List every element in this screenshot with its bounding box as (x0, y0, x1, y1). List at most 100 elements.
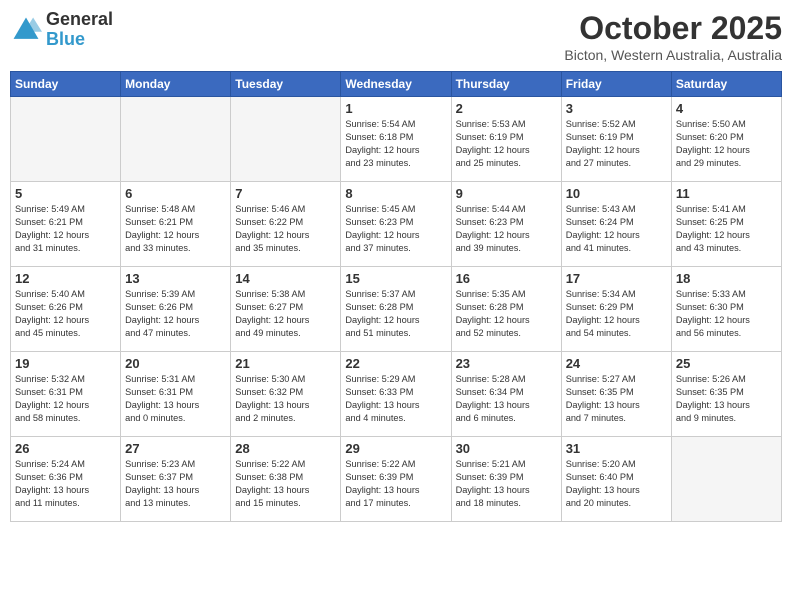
day-number: 26 (15, 441, 116, 456)
column-header-tuesday: Tuesday (231, 72, 341, 97)
day-info: Sunrise: 5:44 AM Sunset: 6:23 PM Dayligh… (456, 203, 557, 255)
calendar-cell: 24 Sunrise: 5:27 AM Sunset: 6:35 PM Dayli… (561, 352, 671, 437)
day-number: 8 (345, 186, 446, 201)
day-number: 14 (235, 271, 336, 286)
day-info: Sunrise: 5:35 AM Sunset: 6:28 PM Dayligh… (456, 288, 557, 340)
calendar-cell: 31 Sunrise: 5:20 AM Sunset: 6:40 PM Dayli… (561, 437, 671, 522)
calendar-cell: 26 Sunrise: 5:24 AM Sunset: 6:36 PM Dayli… (11, 437, 121, 522)
calendar-cell: 25 Sunrise: 5:26 AM Sunset: 6:35 PM Dayli… (671, 352, 781, 437)
day-info: Sunrise: 5:43 AM Sunset: 6:24 PM Dayligh… (566, 203, 667, 255)
calendar-cell: 21Sunrise: 5:30 AM Sunset: 6:32 PM Dayli… (231, 352, 341, 437)
calendar-table: SundayMondayTuesdayWednesdayThursdayFrid… (10, 71, 782, 522)
day-info: Sunrise: 5:26 AM Sunset: 6:35 PM Dayligh… (676, 373, 777, 425)
column-header-saturday: Saturday (671, 72, 781, 97)
day-info: Sunrise: 5:23 AM Sunset: 6:37 PM Dayligh… (125, 458, 226, 510)
day-info: Sunrise: 5:28 AM Sunset: 6:34 PM Dayligh… (456, 373, 557, 425)
day-info: Sunrise: 5:38 AM Sunset: 6:27 PM Dayligh… (235, 288, 336, 340)
day-info: Sunrise: 5:40 AM Sunset: 6:26 PM Dayligh… (15, 288, 116, 340)
calendar-week-row: 12 Sunrise: 5:40 AM Sunset: 6:26 PM Dayli… (11, 267, 782, 352)
logo-blue-text: Blue (46, 29, 85, 49)
day-number: 27 (125, 441, 226, 456)
day-info: Sunrise: 5:37 AM Sunset: 6:28 PM Dayligh… (345, 288, 446, 340)
day-info: Sunrise: 5:20 AM Sunset: 6:40 PM Dayligh… (566, 458, 667, 510)
day-number: 19 (15, 356, 116, 371)
logo-general-text: General (46, 9, 113, 29)
calendar-cell: 17 Sunrise: 5:34 AM Sunset: 6:29 PM Dayli… (561, 267, 671, 352)
calendar-cell: 8 Sunrise: 5:45 AM Sunset: 6:23 PM Daylig… (341, 182, 451, 267)
day-info: Sunrise: 5:22 AM Sunset: 6:38 PM Dayligh… (235, 458, 336, 510)
day-number: 30 (456, 441, 557, 456)
day-info: Sunrise: 5:24 AM Sunset: 6:36 PM Dayligh… (15, 458, 116, 510)
calendar-header-row: SundayMondayTuesdayWednesdayThursdayFrid… (11, 72, 782, 97)
month-title: October 2025 (564, 10, 782, 47)
day-number: 28 (235, 441, 336, 456)
calendar-week-row: 19 Sunrise: 5:32 AM Sunset: 6:31 PM Dayli… (11, 352, 782, 437)
calendar-cell: 14 Sunrise: 5:38 AM Sunset: 6:27 PM Dayli… (231, 267, 341, 352)
calendar-cell: 5 Sunrise: 5:49 AM Sunset: 6:21 PM Daylig… (11, 182, 121, 267)
day-number: 11 (676, 186, 777, 201)
page-header: General Blue October 2025 Bicton, Wester… (10, 10, 782, 63)
day-info: Sunrise: 5:48 AM Sunset: 6:21 PM Dayligh… (125, 203, 226, 255)
day-info: Sunrise: 5:31 AM Sunset: 6:31 PM Dayligh… (125, 373, 226, 425)
calendar-cell: 4Sunrise: 5:50 AM Sunset: 6:20 PM Daylig… (671, 97, 781, 182)
day-number: 3 (566, 101, 667, 116)
day-number: 17 (566, 271, 667, 286)
calendar-cell: 22 Sunrise: 5:29 AM Sunset: 6:33 PM Dayli… (341, 352, 451, 437)
column-header-friday: Friday (561, 72, 671, 97)
day-info: Sunrise: 5:27 AM Sunset: 6:35 PM Dayligh… (566, 373, 667, 425)
day-number: 22 (345, 356, 446, 371)
calendar-cell: 1Sunrise: 5:54 AM Sunset: 6:18 PM Daylig… (341, 97, 451, 182)
day-info: Sunrise: 5:53 AM Sunset: 6:19 PM Dayligh… (456, 118, 557, 170)
day-number: 1 (345, 101, 446, 116)
calendar-week-row: 26 Sunrise: 5:24 AM Sunset: 6:36 PM Dayli… (11, 437, 782, 522)
day-info: Sunrise: 5:29 AM Sunset: 6:33 PM Dayligh… (345, 373, 446, 425)
day-info: Sunrise: 5:49 AM Sunset: 6:21 PM Dayligh… (15, 203, 116, 255)
day-info: Sunrise: 5:34 AM Sunset: 6:29 PM Dayligh… (566, 288, 667, 340)
day-info: Sunrise: 5:33 AM Sunset: 6:30 PM Dayligh… (676, 288, 777, 340)
calendar-cell: 6Sunrise: 5:48 AM Sunset: 6:21 PM Daylig… (121, 182, 231, 267)
calendar-cell: 13Sunrise: 5:39 AM Sunset: 6:26 PM Dayli… (121, 267, 231, 352)
calendar-cell: 18 Sunrise: 5:33 AM Sunset: 6:30 PM Dayli… (671, 267, 781, 352)
day-info: Sunrise: 5:46 AM Sunset: 6:22 PM Dayligh… (235, 203, 336, 255)
calendar-cell: 23 Sunrise: 5:28 AM Sunset: 6:34 PM Dayli… (451, 352, 561, 437)
day-info: Sunrise: 5:45 AM Sunset: 6:23 PM Dayligh… (345, 203, 446, 255)
column-header-wednesday: Wednesday (341, 72, 451, 97)
day-number: 7 (235, 186, 336, 201)
day-number: 13 (125, 271, 226, 286)
day-info: Sunrise: 5:30 AM Sunset: 6:32 PM Dayligh… (235, 373, 336, 425)
day-number: 24 (566, 356, 667, 371)
day-number: 4 (676, 101, 777, 116)
day-number: 23 (456, 356, 557, 371)
calendar-cell: 20 Sunrise: 5:31 AM Sunset: 6:31 PM Dayli… (121, 352, 231, 437)
calendar-cell (11, 97, 121, 182)
day-info: Sunrise: 5:21 AM Sunset: 6:39 PM Dayligh… (456, 458, 557, 510)
day-number: 18 (676, 271, 777, 286)
calendar-cell: 16 Sunrise: 5:35 AM Sunset: 6:28 PM Dayli… (451, 267, 561, 352)
column-header-thursday: Thursday (451, 72, 561, 97)
calendar-week-row: 5 Sunrise: 5:49 AM Sunset: 6:21 PM Daylig… (11, 182, 782, 267)
logo-icon (10, 14, 42, 46)
location-subtitle: Bicton, Western Australia, Australia (564, 47, 782, 63)
day-info: Sunrise: 5:52 AM Sunset: 6:19 PM Dayligh… (566, 118, 667, 170)
day-number: 5 (15, 186, 116, 201)
calendar-cell (121, 97, 231, 182)
calendar-cell: 15Sunrise: 5:37 AM Sunset: 6:28 PM Dayli… (341, 267, 451, 352)
day-info: Sunrise: 5:41 AM Sunset: 6:25 PM Dayligh… (676, 203, 777, 255)
calendar-cell: 28 Sunrise: 5:22 AM Sunset: 6:38 PM Dayli… (231, 437, 341, 522)
day-number: 16 (456, 271, 557, 286)
day-number: 25 (676, 356, 777, 371)
day-number: 12 (15, 271, 116, 286)
calendar-cell: 7 Sunrise: 5:46 AM Sunset: 6:22 PM Daylig… (231, 182, 341, 267)
day-number: 20 (125, 356, 226, 371)
day-number: 31 (566, 441, 667, 456)
calendar-cell: 19 Sunrise: 5:32 AM Sunset: 6:31 PM Dayli… (11, 352, 121, 437)
day-number: 9 (456, 186, 557, 201)
calendar-week-row: 1Sunrise: 5:54 AM Sunset: 6:18 PM Daylig… (11, 97, 782, 182)
calendar-cell (231, 97, 341, 182)
calendar-cell: 2Sunrise: 5:53 AM Sunset: 6:19 PM Daylig… (451, 97, 561, 182)
column-header-monday: Monday (121, 72, 231, 97)
logo: General Blue (10, 10, 113, 50)
calendar-cell: 9 Sunrise: 5:44 AM Sunset: 6:23 PM Daylig… (451, 182, 561, 267)
calendar-cell: 27 Sunrise: 5:23 AM Sunset: 6:37 PM Dayli… (121, 437, 231, 522)
day-info: Sunrise: 5:32 AM Sunset: 6:31 PM Dayligh… (15, 373, 116, 425)
